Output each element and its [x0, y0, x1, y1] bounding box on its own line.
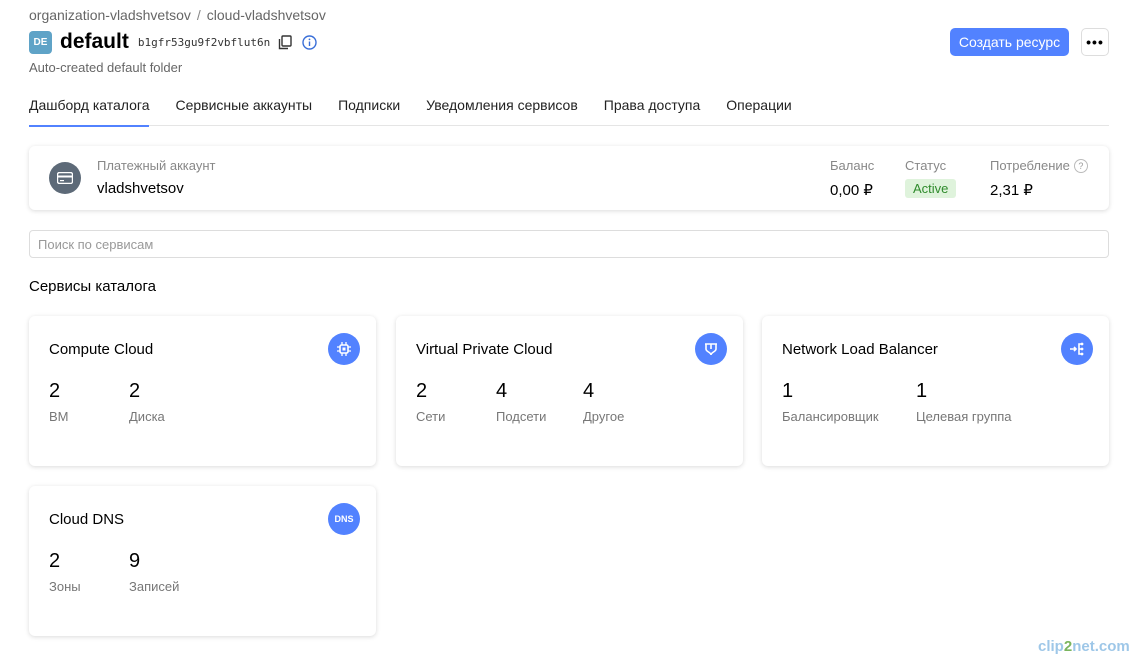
billing-account-card: Платежный аккаунт vladshvetsov Баланс 0,… [29, 146, 1109, 210]
watermark-mid: 2 [1063, 638, 1073, 655]
card-title: Network Load Balancer [782, 341, 938, 358]
balance-column: Баланс 0,00 ₽ [830, 158, 874, 199]
tab-access-rights[interactable]: Права доступа [604, 92, 700, 126]
stat-vm: 2 ВМ [49, 380, 69, 424]
consumption-label-row: Потребление ? [990, 158, 1088, 173]
folder-description: Auto-created default folder [29, 60, 183, 75]
tab-dashboard[interactable]: Дашборд каталога [29, 92, 150, 127]
folder-id: b1gfr53gu9f2vbflut6n [137, 35, 271, 49]
service-card-vpc[interactable]: Virtual Private Cloud 2 Сети 4 Подсети 4… [396, 316, 743, 466]
copy-icon[interactable] [276, 33, 294, 51]
stat-subnets: 4 Подсети [496, 380, 546, 424]
card-title: Virtual Private Cloud [416, 341, 553, 358]
breadcrumb: organization-vladshvetsov / cloud-vladsh… [29, 7, 326, 23]
billing-account-name[interactable]: vladshvetsov [97, 180, 184, 197]
stat-label: Балансировщик [782, 409, 879, 424]
service-card-compute-cloud[interactable]: Compute Cloud 2 ВМ 2 Диска [29, 316, 376, 466]
stat-label: Подсети [496, 409, 547, 424]
consumption-column: Потребление ? 2,31 ₽ [990, 158, 1088, 199]
stat-zones: 2 Зоны [49, 550, 81, 594]
page-title: default [60, 30, 129, 53]
breadcrumb-separator: / [196, 7, 201, 23]
stat-networks: 2 Сети [416, 380, 445, 424]
stat-value: 2 [49, 550, 61, 572]
watermark-left: clip [1038, 638, 1064, 655]
stat-disks: 2 Диска [129, 380, 165, 424]
watermark-right: net.com [1072, 638, 1130, 655]
dns-icon-text: DNS [334, 514, 354, 524]
tab-bar: Дашборд каталога Сервисные аккаунты Подп… [29, 92, 1109, 127]
service-card-network-load-balancer[interactable]: Network Load Balancer 1 Балансировщик 1 … [762, 316, 1109, 466]
stat-label: Целевая группа [916, 409, 1012, 424]
breadcrumb-organization[interactable]: organization-vladshvetsov [29, 7, 191, 23]
balance-label: Баланс [830, 158, 875, 173]
stat-label: Диска [129, 409, 165, 424]
service-card-cloud-dns[interactable]: Cloud DNS DNS 2 Зоны 9 Записей [29, 486, 376, 636]
stat-label: Зоны [49, 579, 81, 594]
stat-value: 4 [496, 380, 508, 402]
consumption-value: 2,31 ₽ [990, 182, 1033, 199]
stat-value: 2 [129, 380, 141, 402]
more-actions-button[interactable]: ••• [1081, 28, 1109, 56]
stat-other: 4 Другое [583, 380, 624, 424]
status-label: Статус [905, 158, 947, 173]
status-badge: Active [905, 179, 957, 198]
network-icon [695, 333, 727, 365]
credit-card-icon [49, 162, 81, 194]
stat-value: 1 [916, 380, 928, 402]
status-column: Статус Active [905, 158, 957, 198]
consumption-label: Потребление [990, 158, 1070, 173]
tab-subscriptions[interactable]: Подписки [338, 92, 400, 126]
stat-balancers: 1 Балансировщик [782, 380, 879, 424]
stat-value: 9 [129, 550, 141, 572]
stat-label: Другое [583, 409, 625, 424]
section-title: Сервисы каталога [29, 278, 157, 295]
stat-label: Записей [129, 579, 180, 594]
stat-value: 2 [49, 380, 61, 402]
service-search-input[interactable] [29, 230, 1109, 258]
stat-label: ВМ [49, 409, 69, 424]
stat-value: 4 [583, 380, 595, 402]
stat-value: 2 [416, 380, 428, 402]
billing-account-label: Платежный аккаунт [97, 158, 216, 173]
stat-records: 9 Записей [129, 550, 179, 594]
tab-notifications[interactable]: Уведомления сервисов [426, 92, 578, 126]
stat-target-groups: 1 Целевая группа [916, 380, 1012, 424]
create-resource-button[interactable]: Создать ресурс [950, 28, 1069, 56]
breadcrumb-cloud[interactable]: cloud-vladshvetsov [207, 7, 326, 23]
card-title: Cloud DNS [49, 511, 125, 528]
stat-label: Сети [416, 409, 446, 424]
folder-avatar: DE [29, 30, 52, 54]
info-icon[interactable] [300, 33, 318, 51]
title-row: DE default b1gfr53gu9f2vbflut6n [29, 30, 324, 54]
card-title: Compute Cloud [49, 341, 154, 358]
balancer-icon [1061, 333, 1093, 365]
tab-service-accounts[interactable]: Сервисные аккаунты [175, 92, 312, 126]
balance-value: 0,00 ₽ [830, 182, 873, 199]
dns-icon: DNS [328, 503, 360, 535]
chip-icon [328, 333, 360, 365]
watermark: clip2net.com [1038, 638, 1130, 655]
stat-value: 1 [782, 380, 794, 402]
tab-operations[interactable]: Операции [726, 92, 792, 126]
help-icon[interactable]: ? [1073, 158, 1088, 173]
